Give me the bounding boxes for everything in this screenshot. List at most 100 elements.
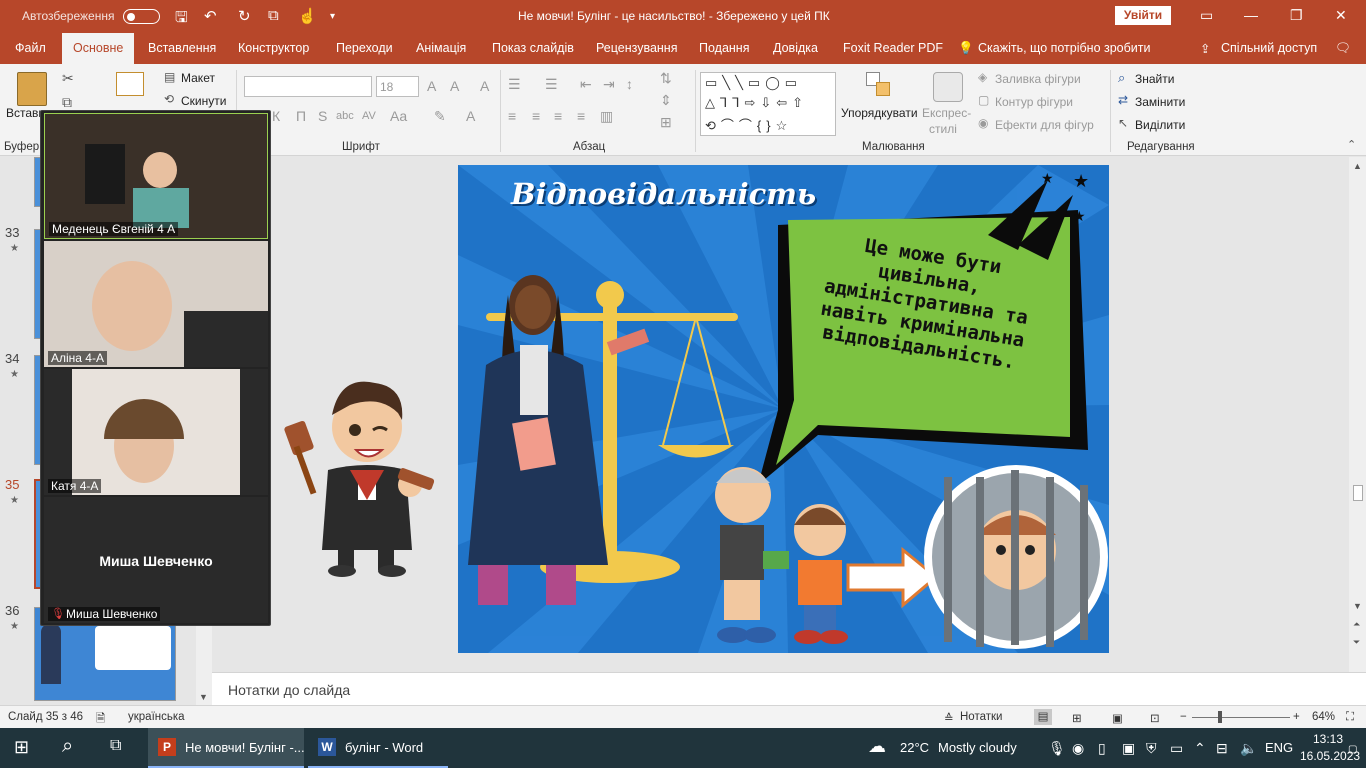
- reset-icon[interactable]: ⟲: [164, 92, 174, 106]
- share-icon[interactable]: ⇪: [1200, 41, 1210, 56]
- tab-design[interactable]: Конструктор: [238, 41, 309, 55]
- spacing-icon[interactable]: AV: [362, 110, 376, 122]
- shapes-gallery[interactable]: ▭╲╲▭◯▭ △⅂⅂⇨⇩⇦⇧ ⟲⌒⌒{}☆: [700, 72, 836, 136]
- customize-qat-icon[interactable]: ▾: [330, 11, 335, 22]
- layout-button[interactable]: Макет: [181, 71, 215, 85]
- zoom-slider[interactable]: [1192, 717, 1290, 718]
- justify-icon[interactable]: ≡: [577, 108, 585, 124]
- find-icon[interactable]: ⌕: [1118, 70, 1125, 86]
- fill-icon[interactable]: ◈: [978, 70, 987, 84]
- zoom-in-icon[interactable]: +: [1293, 711, 1300, 723]
- select-button[interactable]: Виділити: [1135, 118, 1185, 132]
- signin-button[interactable]: Увійти: [1115, 6, 1171, 25]
- layout-icon[interactable]: ▤: [164, 70, 175, 84]
- scroll-down-icon[interactable]: ▼: [1353, 601, 1362, 611]
- security-icon[interactable]: ⛨: [1146, 740, 1157, 757]
- collapse-ribbon-icon[interactable]: ⌃: [1347, 138, 1356, 151]
- bullets-icon[interactable]: ☰: [508, 76, 521, 93]
- reading-view-icon[interactable]: ▣: [1112, 711, 1123, 725]
- close-icon[interactable]: ✕: [1335, 7, 1347, 24]
- ribbon-display-icon[interactable]: ▭: [1200, 7, 1213, 24]
- video-tile[interactable]: Аліна 4-А: [44, 241, 268, 367]
- slide-title[interactable]: Відповідальність: [511, 177, 816, 211]
- clock-time[interactable]: 13:13: [1313, 732, 1343, 746]
- paste-icon[interactable]: [17, 72, 47, 106]
- tray-app-icon[interactable]: ▣: [1122, 740, 1135, 757]
- display-icon[interactable]: ▭: [1170, 740, 1183, 757]
- notes-placeholder[interactable]: Нотатки до слайда: [228, 682, 350, 698]
- highlight-icon[interactable]: ✎: [434, 108, 446, 125]
- replace-button[interactable]: Замінити: [1135, 95, 1185, 109]
- tab-file[interactable]: Файл: [15, 41, 46, 55]
- tell-me-search[interactable]: Скажіть, що потрібно зробити: [978, 41, 1151, 55]
- outdent-icon[interactable]: ⇤: [580, 76, 592, 93]
- video-tile[interactable]: Меденець Євгеній 4 А: [44, 113, 268, 239]
- new-slide-icon[interactable]: [116, 72, 144, 96]
- quick-styles-line2[interactable]: стилі: [929, 122, 957, 136]
- from-start-icon[interactable]: ⧉: [268, 7, 279, 24]
- weather-cloud-icon[interactable]: ☁: [868, 736, 886, 757]
- redo-icon[interactable]: ↻: [238, 7, 251, 25]
- taskbar-powerpoint[interactable]: P Не мовчи! Булінг -...: [148, 728, 305, 768]
- share-button[interactable]: Спільний доступ: [1221, 41, 1317, 55]
- underline-icon[interactable]: П: [296, 108, 306, 124]
- select-icon[interactable]: ↖: [1118, 116, 1128, 130]
- shadow-icon[interactable]: S: [318, 108, 327, 124]
- notes-icon[interactable]: ≙: [944, 711, 954, 725]
- shapes-row-icon[interactable]: ▭╲╲▭◯▭: [705, 75, 802, 91]
- indent-icon[interactable]: ⇥: [603, 76, 615, 93]
- quick-styles-line1[interactable]: Експрес-: [922, 106, 971, 120]
- cut-icon[interactable]: ✂: [62, 70, 74, 87]
- current-slide[interactable]: ★ ★ ★ Відповідальність Це може бути циві…: [458, 165, 1109, 653]
- notes-toggle[interactable]: Нотатки: [960, 711, 1002, 723]
- italic-icon[interactable]: К: [272, 108, 280, 124]
- save-icon[interactable]: 🖫: [175, 7, 188, 32]
- columns-icon[interactable]: ▥: [600, 108, 613, 125]
- outline-icon[interactable]: ▢: [978, 93, 989, 107]
- slide-scrollbar[interactable]: ▲ ▼ ⏶ ⏷: [1349, 157, 1366, 672]
- shapes-row-icon[interactable]: ⟲⌒⌒{}☆: [705, 115, 792, 134]
- font-color-icon[interactable]: A: [466, 108, 475, 124]
- grow-font-icon[interactable]: A: [427, 78, 436, 94]
- touch-mode-icon[interactable]: ☝: [298, 7, 317, 25]
- clear-format-icon[interactable]: A: [480, 78, 489, 94]
- copy-icon[interactable]: ⧉: [62, 94, 72, 111]
- zoom-level[interactable]: 64%: [1312, 711, 1335, 723]
- align-center-icon[interactable]: ≡: [532, 108, 540, 124]
- prev-slide-icon[interactable]: ⏶: [1353, 619, 1360, 630]
- network-icon[interactable]: ⊟: [1216, 740, 1228, 757]
- undo-icon[interactable]: ↶: [204, 7, 217, 25]
- line-spacing-icon[interactable]: ↕: [626, 76, 633, 92]
- language-indicator[interactable]: українська: [128, 711, 185, 723]
- weather-description[interactable]: Mostly cloudy: [938, 740, 1017, 755]
- arrange-icon[interactable]: [866, 72, 892, 100]
- align-right-icon[interactable]: ≡: [554, 108, 562, 124]
- text-direction-icon[interactable]: ⇅: [660, 70, 672, 87]
- smartart-icon[interactable]: ⊞: [660, 114, 672, 131]
- zoom-tray-icon[interactable]: ◉: [1072, 740, 1084, 757]
- scroll-up-icon[interactable]: ▲: [1353, 161, 1362, 171]
- taskbar-word[interactable]: W булінг - Word: [308, 728, 448, 768]
- video-tile[interactable]: Миша Шевченко Миша Шевченко 🎙: [44, 497, 268, 623]
- volume-icon[interactable]: 🔈: [1240, 740, 1257, 757]
- shape-outline-button[interactable]: Контур фігури: [995, 95, 1073, 109]
- input-language[interactable]: ENG: [1265, 740, 1293, 755]
- video-tile[interactable]: Катя 4-А: [44, 369, 268, 495]
- find-button[interactable]: Знайти: [1135, 72, 1174, 86]
- chevron-up-icon[interactable]: ⌃: [1194, 740, 1206, 757]
- scroll-down-icon[interactable]: ▼: [199, 692, 208, 702]
- numbering-icon[interactable]: ☰: [545, 76, 558, 93]
- replace-icon[interactable]: ⇄: [1118, 93, 1128, 107]
- usb-icon[interactable]: ▯: [1098, 740, 1106, 757]
- zoom-out-icon[interactable]: −: [1180, 711, 1187, 723]
- notifications-icon[interactable]: ▢: [1348, 744, 1357, 755]
- effects-icon[interactable]: ◉: [978, 116, 988, 130]
- font-size-input[interactable]: 18: [376, 76, 419, 97]
- notes-pane[interactable]: Нотатки до слайда: [212, 672, 1366, 705]
- strike-icon[interactable]: abc: [336, 110, 354, 122]
- shapes-row-icon[interactable]: △⅂⅂⇨⇩⇦⇧: [705, 95, 808, 111]
- normal-view-icon[interactable]: ▤: [1034, 709, 1052, 725]
- shape-effects-button[interactable]: Ефекти для фігур: [995, 118, 1094, 132]
- case-icon[interactable]: Aa: [390, 108, 407, 124]
- tab-review[interactable]: Рецензування: [596, 41, 677, 55]
